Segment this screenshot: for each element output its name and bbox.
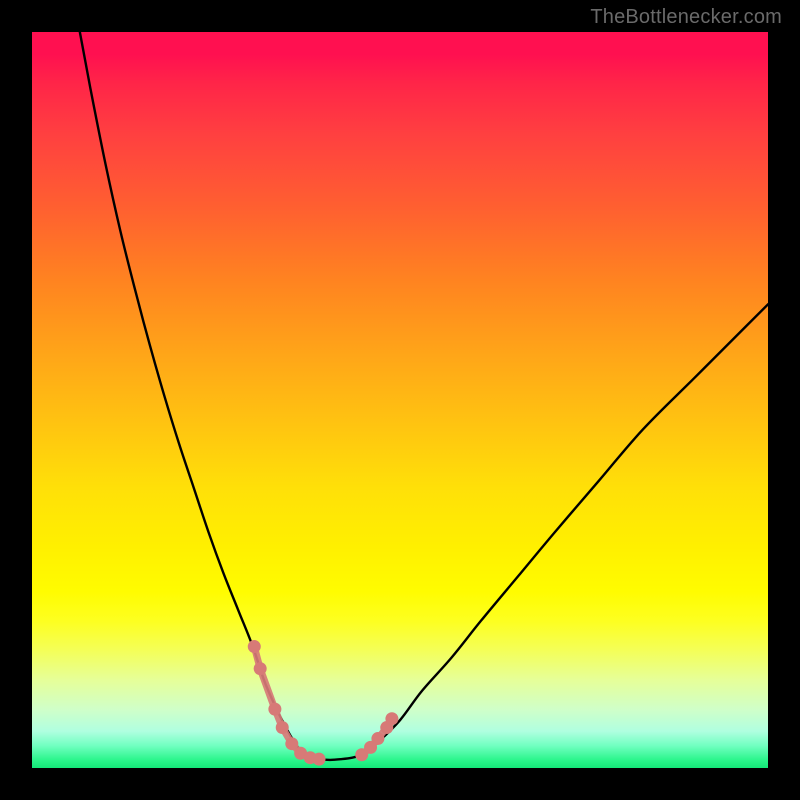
marker-dot xyxy=(254,662,267,675)
marker-dot xyxy=(276,721,289,734)
curve-left-path xyxy=(80,32,308,757)
curve-group xyxy=(80,32,768,760)
marker-dot xyxy=(248,640,261,653)
watermark-text: TheBottlenecker.com xyxy=(590,6,782,29)
chart-svg xyxy=(32,32,768,768)
marker-dot xyxy=(313,753,326,766)
marker-dot xyxy=(268,703,281,716)
plot-area xyxy=(32,32,768,768)
marker-dot xyxy=(385,712,398,725)
curve-right-path xyxy=(363,304,768,754)
marker-group xyxy=(248,640,399,766)
chart-frame: TheBottlenecker.com xyxy=(0,0,800,800)
marker-dot xyxy=(285,737,298,750)
marker-dot xyxy=(371,732,384,745)
